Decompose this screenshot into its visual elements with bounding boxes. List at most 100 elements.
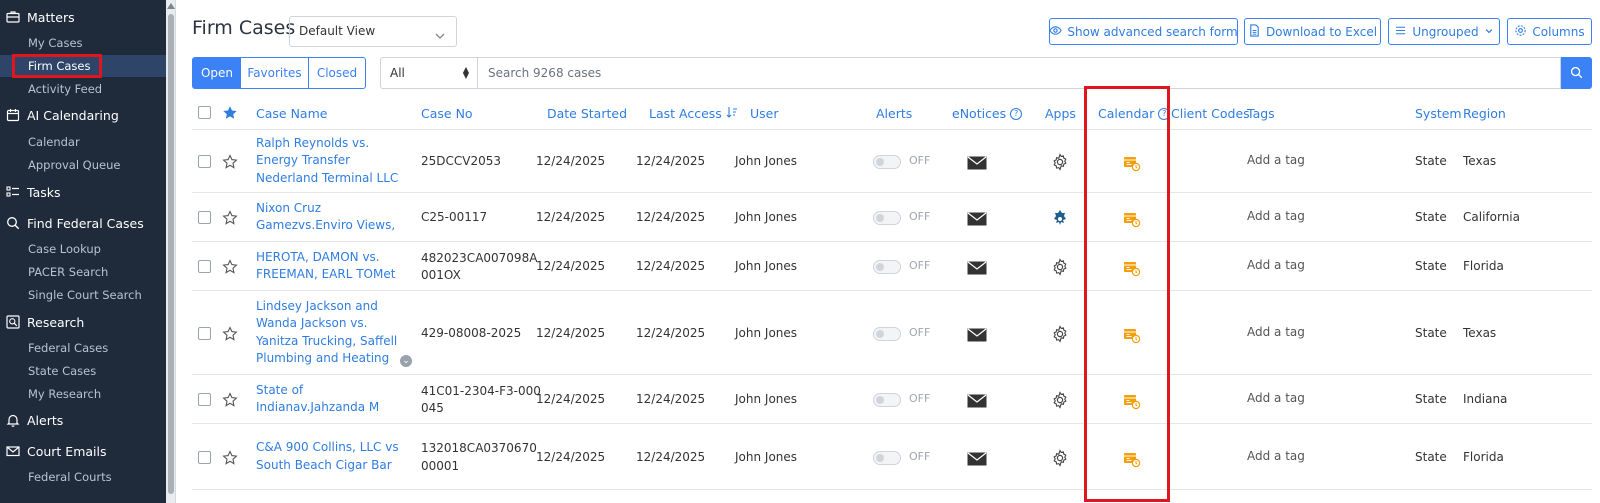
column-last-access[interactable]: Last Access (649, 106, 738, 121)
column-region[interactable]: Region (1463, 106, 1506, 121)
sidebar-item-activity-feed[interactable]: Activity Feed (0, 78, 166, 100)
star-icon[interactable] (222, 449, 238, 466)
row-checkbox[interactable] (198, 211, 211, 224)
envelope-icon[interactable] (967, 155, 987, 170)
row-checkbox[interactable] (198, 326, 211, 340)
scroll-thumb[interactable] (168, 14, 174, 494)
column-system[interactable]: System (1415, 106, 1462, 121)
table-row[interactable]: C&A 900 Collins, LLC vs South Beach Ciga… (192, 425, 1592, 490)
sidebar-item-calendar[interactable]: Calendar (0, 131, 166, 153)
column-date-started[interactable]: Date Started (547, 106, 627, 121)
add-tag-link[interactable]: Add a tag (1247, 209, 1305, 223)
scroll-up-arrow-icon[interactable] (167, 3, 175, 9)
gear-icon[interactable] (1051, 324, 1069, 343)
search-button[interactable] (1561, 57, 1592, 89)
column-case-no[interactable]: Case No (421, 106, 473, 121)
alerts-toggle[interactable] (873, 155, 901, 169)
sidebar-item-federal-courts[interactable]: Federal Courts (0, 466, 166, 488)
sidebar-item-single-court-search[interactable]: Single Court Search (0, 284, 166, 306)
add-tag-link[interactable]: Add a tag (1247, 153, 1305, 167)
tab-closed[interactable]: Closed (308, 57, 366, 89)
case-name-link[interactable]: Nixon Cruz Gamezvs.Enviro Views, Inc. (256, 200, 411, 235)
alerts-toggle[interactable] (873, 326, 901, 341)
sidebar-section-research[interactable]: Research (0, 311, 166, 333)
sidebar-section-ai-calendaring[interactable]: AI Calendaring (0, 104, 166, 126)
more-icon[interactable]: ⌄ (400, 354, 412, 367)
gear-icon[interactable] (1051, 258, 1069, 276)
tab-open[interactable]: Open (192, 57, 242, 89)
add-tag-link[interactable]: Add a tag (1247, 258, 1305, 272)
sidebar-item-pacer-search[interactable]: PACER Search (0, 261, 166, 283)
sidebar-section-find-federal-cases[interactable]: Find Federal Cases (0, 212, 166, 234)
table-row[interactable]: Lindsey Jackson and Wanda Jackson vs. Ya… (192, 292, 1592, 375)
sidebar-section-court-emails[interactable]: Court Emails (0, 440, 166, 462)
column-client-codes[interactable]: Client Codes (1171, 106, 1250, 121)
star-icon[interactable] (222, 392, 238, 408)
alerts-status: OFF (909, 325, 931, 339)
column-apps[interactable]: Apps (1045, 106, 1076, 121)
column-user[interactable]: User (750, 106, 779, 121)
add-tag-link[interactable]: Add a tag (1247, 325, 1305, 339)
sidebar-section-alerts[interactable]: Alerts (0, 409, 166, 431)
chevron-down-icon (1484, 25, 1494, 39)
alerts-toggle[interactable] (873, 393, 901, 407)
add-tag-link[interactable]: Add a tag (1247, 391, 1305, 405)
sidebar-item-my-cases[interactable]: My Cases (0, 32, 166, 54)
download-excel-button[interactable]: Download to Excel (1244, 18, 1381, 45)
add-tag-link[interactable]: Add a tag (1247, 449, 1305, 463)
view-select[interactable]: Default View (289, 16, 457, 47)
case-name-link[interactable]: HEROTA, DAMON vs. FREEMAN, EARL TOMet al… (256, 249, 411, 284)
case-name-link[interactable]: Ralph Reynolds vs. Energy Transfer Neder… (256, 135, 411, 188)
sidebar-section-matters[interactable]: Matters (0, 6, 166, 28)
column-case-name[interactable]: Case Name (256, 106, 327, 121)
table-row[interactable]: Nixon Cruz Gamezvs.Enviro Views, Inc. C2… (192, 194, 1592, 242)
advanced-search-button[interactable]: Show advanced search form (1049, 18, 1238, 45)
sidebar-section-tasks[interactable]: Tasks (0, 181, 166, 203)
scope-select[interactable]: All ▲ ▼ (380, 57, 478, 89)
search-input[interactable] (478, 57, 1561, 89)
date-started: 12/24/2025 (536, 449, 606, 464)
envelope-icon[interactable] (967, 327, 987, 341)
gear-icon[interactable] (1051, 391, 1069, 409)
table-row[interactable]: Ralph Reynolds vs. Energy Transfer Neder… (192, 131, 1592, 193)
gear-icon[interactable] (1051, 153, 1069, 171)
row-checkbox[interactable] (198, 155, 211, 168)
sort-desc-icon[interactable] (726, 106, 738, 121)
sidebar-scrollbar[interactable] (166, 0, 176, 503)
star-icon[interactable] (222, 210, 238, 226)
row-checkbox[interactable] (198, 450, 211, 464)
case-name-link[interactable]: C&A 900 Collins, LLC vs South Beach Ciga… (256, 439, 411, 474)
integration-app-icon[interactable] (1051, 209, 1069, 227)
row-checkbox[interactable] (198, 393, 211, 406)
envelope-icon[interactable] (967, 260, 987, 275)
sidebar-item-case-lookup[interactable]: Case Lookup (0, 238, 166, 260)
case-name-link[interactable]: Lindsey Jackson and Wanda Jackson vs. Ya… (256, 298, 411, 368)
star-icon[interactable] (222, 154, 238, 170)
table-row[interactable]: State of Indianav.Jahzanda M Williams 41… (192, 376, 1592, 424)
sidebar-item-my-research[interactable]: My Research (0, 383, 166, 405)
columns-button[interactable]: Columns (1507, 18, 1592, 45)
case-name-link[interactable]: State of Indianav.Jahzanda M Williams (256, 382, 411, 417)
favorites-star-icon[interactable] (222, 105, 238, 125)
sidebar-item-state-cases[interactable]: State Cases (0, 360, 166, 382)
select-all-checkbox[interactable] (198, 106, 211, 119)
envelope-icon[interactable] (967, 393, 987, 408)
column-alerts[interactable]: Alerts (876, 106, 912, 121)
row-checkbox[interactable] (198, 260, 211, 273)
table-row[interactable]: HEROTA, DAMON vs. FREEMAN, EARL TOMet al… (192, 243, 1592, 291)
tab-favorites[interactable]: Favorites (241, 57, 309, 89)
sidebar-item-federal-cases[interactable]: Federal Cases (0, 337, 166, 359)
column-enotices[interactable]: eNotices ? (952, 106, 1023, 121)
ungrouped-button[interactable]: Ungrouped (1388, 18, 1500, 45)
gear-icon[interactable] (1051, 448, 1069, 467)
envelope-icon[interactable] (967, 451, 987, 465)
column-tags[interactable]: Tags (1247, 106, 1275, 121)
alerts-toggle[interactable] (873, 450, 901, 465)
alerts-toggle[interactable] (873, 260, 901, 274)
envelope-icon[interactable] (967, 211, 987, 226)
star-icon[interactable] (222, 259, 238, 275)
sidebar-item-approval-queue[interactable]: Approval Queue (0, 154, 166, 176)
help-icon[interactable]: ? (1010, 107, 1023, 120)
alerts-toggle[interactable] (873, 211, 901, 225)
star-icon[interactable] (222, 325, 238, 342)
